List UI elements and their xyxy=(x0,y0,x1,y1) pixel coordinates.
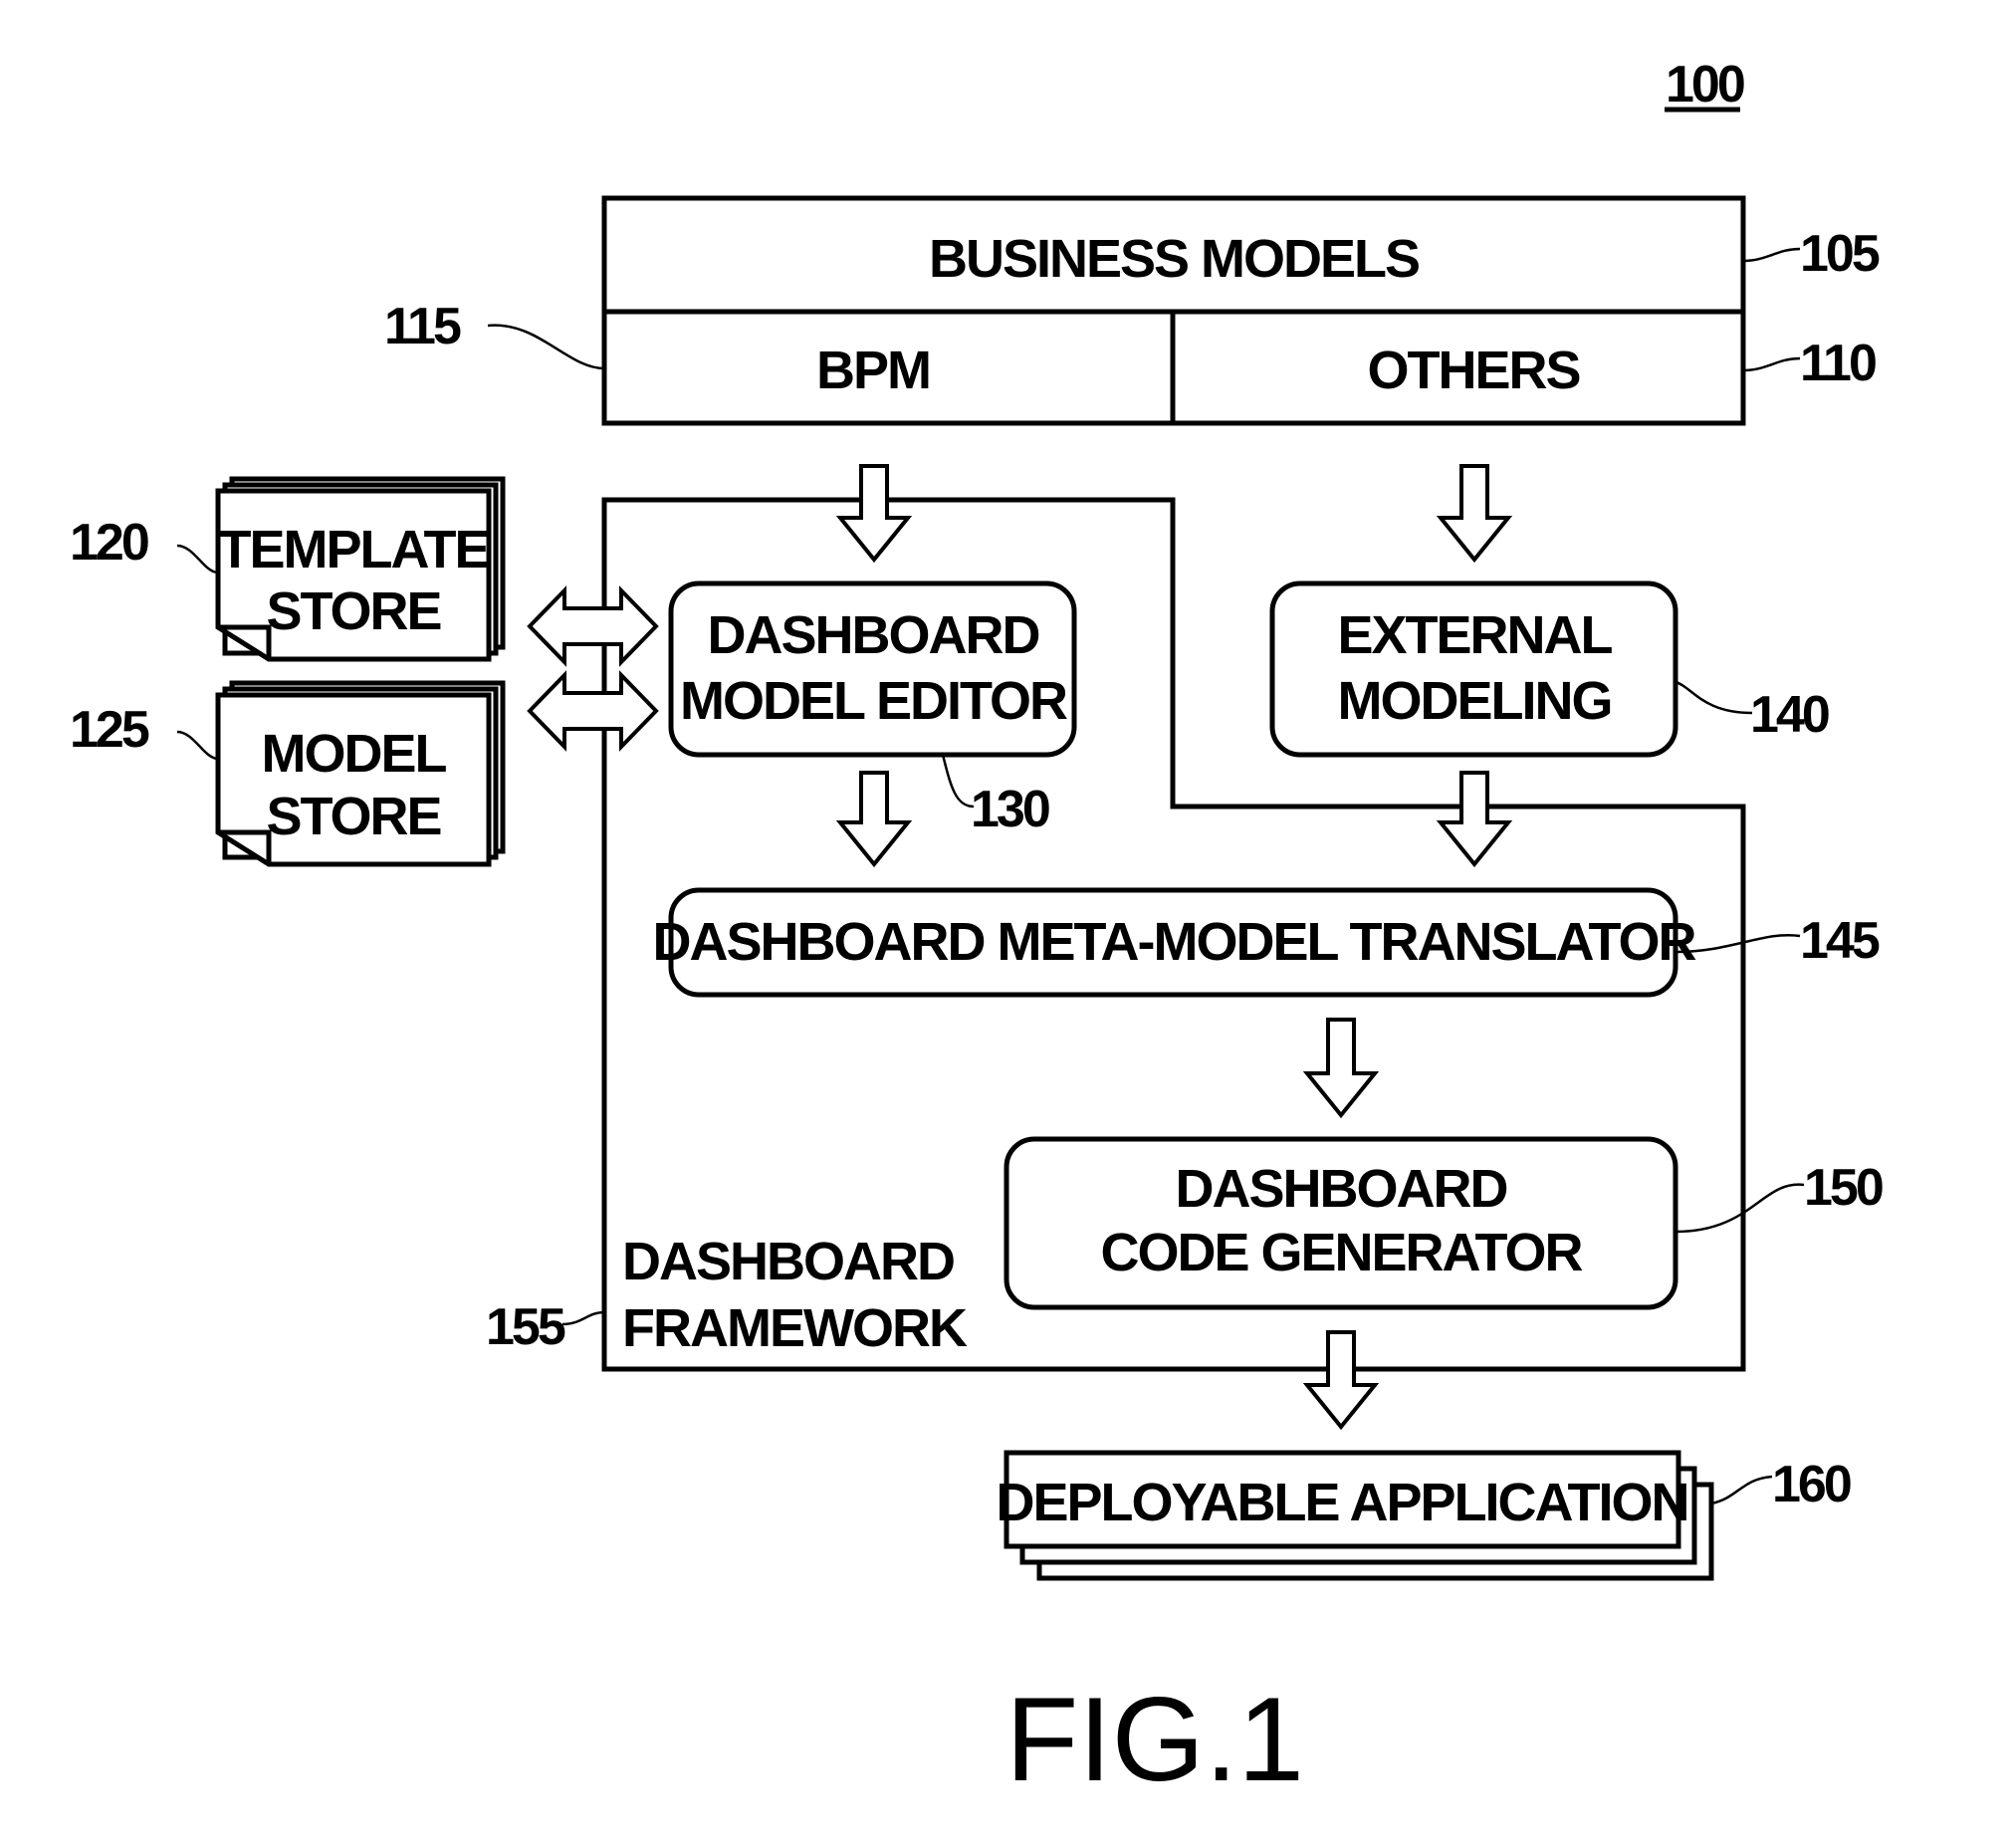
ref-110: 110 xyxy=(1800,335,1876,392)
leader-155 xyxy=(561,1310,605,1326)
ref-120: 120 xyxy=(70,514,148,572)
external-modeling-line1: EXTERNAL xyxy=(1337,605,1612,665)
figure-caption: FIG.1 xyxy=(1005,1673,1304,1806)
template-store: TEMPLATE STORE xyxy=(215,476,506,662)
double-arrow-model-editor xyxy=(527,670,659,752)
leader-105 xyxy=(1742,247,1801,263)
figure-ref-100: 100 xyxy=(1665,56,1747,114)
framework-line1: DASHBOARD xyxy=(622,1232,954,1291)
deployable-application: DEPLOYABLE APPLICATION xyxy=(996,1450,1714,1581)
code-generator: DASHBOARD CODE GENERATOR xyxy=(1004,1136,1678,1310)
dashboard-model-editor: DASHBOARD MODEL EDITOR xyxy=(668,580,1077,758)
arrow-editor-to-translator xyxy=(835,771,913,868)
arrow-translator-to-generator xyxy=(1302,1018,1380,1119)
ref-155: 155 xyxy=(486,1298,565,1356)
template-store-line1: TEMPLATE xyxy=(219,520,489,579)
arrow-others-to-external xyxy=(1436,464,1513,564)
template-store-line2: STORE xyxy=(266,581,440,641)
leader-150 xyxy=(1675,1183,1805,1234)
external-modeling-line2: MODELING xyxy=(1338,671,1612,731)
model-store-line1: MODEL xyxy=(262,724,447,784)
leader-120 xyxy=(176,544,219,575)
ref-160: 160 xyxy=(1772,1456,1851,1513)
leader-160 xyxy=(1710,1475,1773,1505)
bpm-label: BPM xyxy=(816,341,930,400)
others-label: OTHERS xyxy=(1367,341,1579,400)
ref-140: 140 xyxy=(1750,686,1829,744)
ref-145: 145 xyxy=(1800,912,1880,970)
code-generator-line2: CODE GENERATOR xyxy=(1100,1223,1582,1282)
ref-150: 150 xyxy=(1804,1159,1883,1217)
code-generator-line1: DASHBOARD xyxy=(1176,1159,1507,1219)
model-editor-line2: MODEL EDITOR xyxy=(680,671,1067,731)
leader-115 xyxy=(487,324,605,370)
ref-130: 130 xyxy=(971,781,1049,838)
ref-105: 105 xyxy=(1800,225,1880,283)
leader-130 xyxy=(941,754,975,808)
arrow-bpm-to-editor xyxy=(835,464,913,564)
double-arrow-template-editor xyxy=(527,585,659,667)
meta-model-translator: DASHBOARD META-MODEL TRANSLATOR xyxy=(653,887,1697,998)
leader-110 xyxy=(1742,356,1801,372)
deployable-label: DEPLOYABLE APPLICATION xyxy=(996,1473,1687,1532)
leader-125 xyxy=(176,730,219,761)
business-models-title: BUSINESS MODELS xyxy=(929,229,1419,289)
svg-text:100: 100 xyxy=(1666,56,1744,114)
arrow-external-to-translator xyxy=(1436,771,1513,868)
model-store: MODEL STORE xyxy=(215,680,506,867)
framework-line2: FRAMEWORK xyxy=(622,1298,968,1358)
model-editor-line1: DASHBOARD xyxy=(708,605,1039,665)
ref-125: 125 xyxy=(70,701,149,759)
external-modeling: EXTERNAL MODELING xyxy=(1269,580,1678,758)
business-models-block: BUSINESS MODELS BPM OTHERS xyxy=(601,195,1746,426)
model-store-line2: STORE xyxy=(266,787,440,846)
patent-figure: 100 BUSINESS MODELS BPM OTHERS 105 110 1… xyxy=(70,56,1886,1806)
leader-140 xyxy=(1675,680,1753,715)
ref-115: 115 xyxy=(384,298,461,355)
translator-label: DASHBOARD META-MODEL TRANSLATOR xyxy=(653,912,1696,972)
arrow-generator-to-deployable xyxy=(1302,1330,1380,1431)
